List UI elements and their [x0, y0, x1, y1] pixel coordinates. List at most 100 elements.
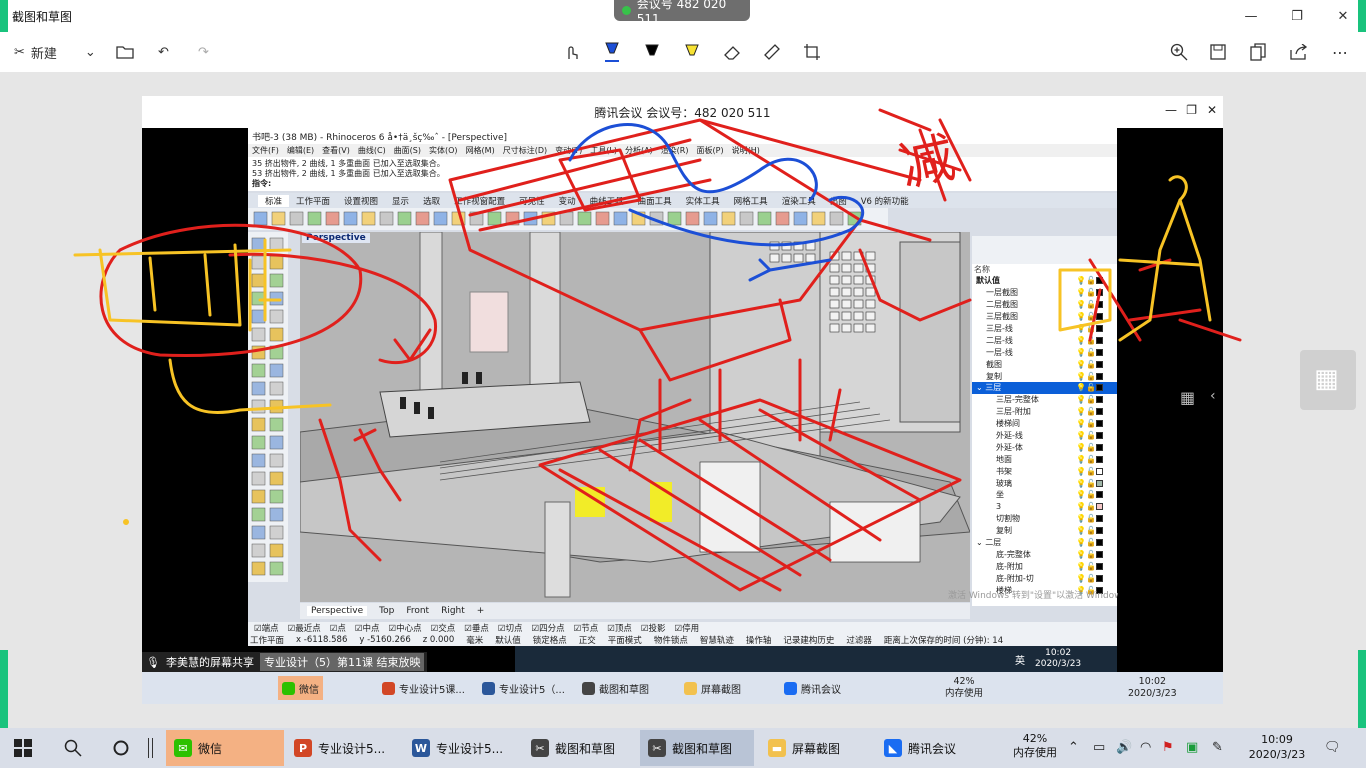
- osnap-checkbox[interactable]: ☑四分点: [532, 622, 565, 634]
- rhino-tool-icon[interactable]: [251, 471, 266, 486]
- rhino-tool-icon[interactable]: [523, 211, 538, 226]
- layer-color-swatch[interactable]: [1096, 527, 1103, 535]
- rhino-tool-icon[interactable]: [269, 453, 284, 468]
- rhino-tab[interactable]: 变动: [552, 195, 583, 207]
- viewport-label[interactable]: Perspective: [302, 233, 370, 243]
- lightbulb-icon[interactable]: 💡: [1076, 574, 1086, 583]
- rhino-tab[interactable]: 显示: [385, 195, 416, 207]
- layer-row[interactable]: 地面 💡 🔓: [972, 453, 1117, 465]
- status-field[interactable]: 物件锁点: [654, 634, 688, 646]
- rhino-tool-icon[interactable]: [685, 211, 700, 226]
- osnap-checkbox[interactable]: ☑节点: [574, 622, 599, 634]
- tm-restore-icon[interactable]: ❐: [1186, 103, 1197, 117]
- rhino-tool-icon[interactable]: [269, 489, 284, 504]
- redo-icon[interactable]: ↷: [198, 40, 209, 64]
- lock-icon[interactable]: 🔓: [1086, 467, 1096, 476]
- layer-row[interactable]: 坐 💡 🔓: [972, 489, 1117, 501]
- lock-icon[interactable]: 🔓: [1086, 490, 1096, 499]
- rhino-tool-icon[interactable]: [325, 211, 340, 226]
- rhino-tool-icon[interactable]: [703, 211, 718, 226]
- osnap-checkbox[interactable]: ☑顶点: [607, 622, 632, 634]
- layer-color-swatch[interactable]: [1096, 408, 1103, 416]
- lock-icon[interactable]: 🔓: [1086, 502, 1096, 511]
- lightbulb-icon[interactable]: 💡: [1076, 324, 1086, 333]
- rhino-tool-icon[interactable]: [793, 211, 808, 226]
- rhino-tool-icon[interactable]: [251, 363, 266, 378]
- lock-icon[interactable]: 🔓: [1086, 395, 1096, 404]
- rhino-tool-icon[interactable]: [271, 211, 286, 226]
- layer-row[interactable]: 底-附加-切 💡 🔓: [972, 572, 1117, 584]
- lock-icon[interactable]: 🔓: [1086, 288, 1096, 297]
- inner-taskbar-item[interactable]: 专业设计5课...: [378, 676, 469, 700]
- taskbar-item[interactable]: ✉ 微信: [166, 730, 284, 766]
- rhino-tool-icon[interactable]: [269, 507, 284, 522]
- rhino-tool-icon[interactable]: [269, 345, 284, 360]
- lock-icon[interactable]: 🔓: [1086, 574, 1096, 583]
- layer-color-swatch[interactable]: [1096, 325, 1103, 332]
- inner-taskbar-item[interactable]: 腾讯会议: [780, 676, 845, 700]
- layer-row[interactable]: 二层截图 💡 🔓: [972, 299, 1117, 311]
- wifi-icon[interactable]: ◠: [1140, 740, 1151, 755]
- ballpoint-pen-icon[interactable]: [603, 40, 621, 64]
- lightbulb-icon[interactable]: 💡: [1076, 276, 1086, 285]
- layer-color-swatch[interactable]: [1096, 277, 1103, 285]
- rhino-tool-icon[interactable]: [577, 211, 592, 226]
- lightbulb-icon[interactable]: 💡: [1076, 514, 1086, 523]
- layer-row[interactable]: 切割物 💡 🔓: [972, 513, 1117, 525]
- menu-item[interactable]: 曲面(S): [394, 145, 421, 156]
- viewport-tab[interactable]: Top: [379, 606, 394, 616]
- status-field[interactable]: 距离上次保存的时间 (分钟): 14: [884, 634, 1003, 646]
- rhino-tool-icon[interactable]: [343, 211, 358, 226]
- lightbulb-icon[interactable]: 💡: [1076, 467, 1086, 476]
- lightbulb-icon[interactable]: 💡: [1076, 538, 1086, 547]
- rhino-tool-icon[interactable]: [251, 237, 266, 252]
- lock-icon[interactable]: 🔓: [1086, 419, 1096, 428]
- viewport-tab[interactable]: Right: [441, 606, 465, 616]
- rhino-tab[interactable]: 曲线工具: [583, 195, 631, 207]
- rhino-tool-icon[interactable]: [613, 211, 628, 226]
- pencil-icon[interactable]: [643, 40, 661, 64]
- lightbulb-icon[interactable]: 💡: [1076, 443, 1086, 452]
- rhino-tool-icon[interactable]: [397, 211, 412, 226]
- rhino-tab[interactable]: 渲染工具: [775, 195, 823, 207]
- status-field[interactable]: 正交: [579, 634, 596, 646]
- rhino-tool-icon[interactable]: [251, 273, 266, 288]
- status-field[interactable]: x -6118.586: [296, 635, 347, 645]
- task-view-icon[interactable]: [104, 730, 138, 766]
- menu-item[interactable]: 网格(M): [466, 145, 495, 156]
- perspective-viewport[interactable]: [300, 232, 970, 602]
- side-widget-button[interactable]: ▦: [1300, 350, 1356, 410]
- status-field[interactable]: 默认值: [495, 634, 521, 646]
- layer-row[interactable]: 书架 💡 🔓: [972, 465, 1117, 477]
- rhino-command-area[interactable]: 35 挤出物件, 2 曲线, 1 多重曲面 已加入至选取集合。 53 挤出物件,…: [248, 157, 1117, 191]
- rhino-tool-icon[interactable]: [251, 489, 266, 504]
- rhino-tool-icon[interactable]: [269, 543, 284, 558]
- layer-color-swatch[interactable]: [1096, 455, 1103, 463]
- osnap-checkbox[interactable]: ☑最近点: [288, 622, 321, 634]
- layer-row[interactable]: ⌄ 二层 💡 🔓: [972, 537, 1117, 549]
- eraser-icon[interactable]: [723, 40, 741, 64]
- rhino-tool-icon[interactable]: [251, 435, 266, 450]
- taskbar-item[interactable]: ✂ 截图和草图: [640, 730, 754, 766]
- layer-color-swatch[interactable]: [1096, 574, 1103, 582]
- rhino-tool-icon[interactable]: [559, 211, 574, 226]
- memory-usage[interactable]: 42% 内存使用: [1008, 732, 1062, 760]
- undo-icon[interactable]: ↶: [158, 40, 169, 64]
- menu-item[interactable]: 文件(F): [252, 145, 279, 156]
- osnap-checkbox[interactable]: ☑点: [330, 622, 346, 634]
- ruler-icon[interactable]: [763, 40, 781, 64]
- rhino-tool-icon[interactable]: [251, 453, 266, 468]
- volume-icon[interactable]: 🔊: [1116, 740, 1132, 755]
- layer-color-swatch[interactable]: [1096, 562, 1103, 570]
- rhino-tool-icon[interactable]: [847, 211, 862, 226]
- tm-close-icon[interactable]: ✕: [1207, 103, 1217, 117]
- zoom-in-icon[interactable]: [1170, 40, 1188, 64]
- layer-row[interactable]: 外延-体 💡 🔓: [972, 441, 1117, 453]
- search-icon[interactable]: [56, 730, 90, 766]
- lightbulb-icon[interactable]: 💡: [1076, 502, 1086, 511]
- layer-color-swatch[interactable]: [1096, 515, 1103, 523]
- lightbulb-icon[interactable]: 💡: [1076, 419, 1086, 428]
- layer-color-swatch[interactable]: [1096, 550, 1103, 558]
- open-folder-icon[interactable]: [116, 40, 134, 64]
- lock-icon[interactable]: 🔓: [1086, 300, 1096, 309]
